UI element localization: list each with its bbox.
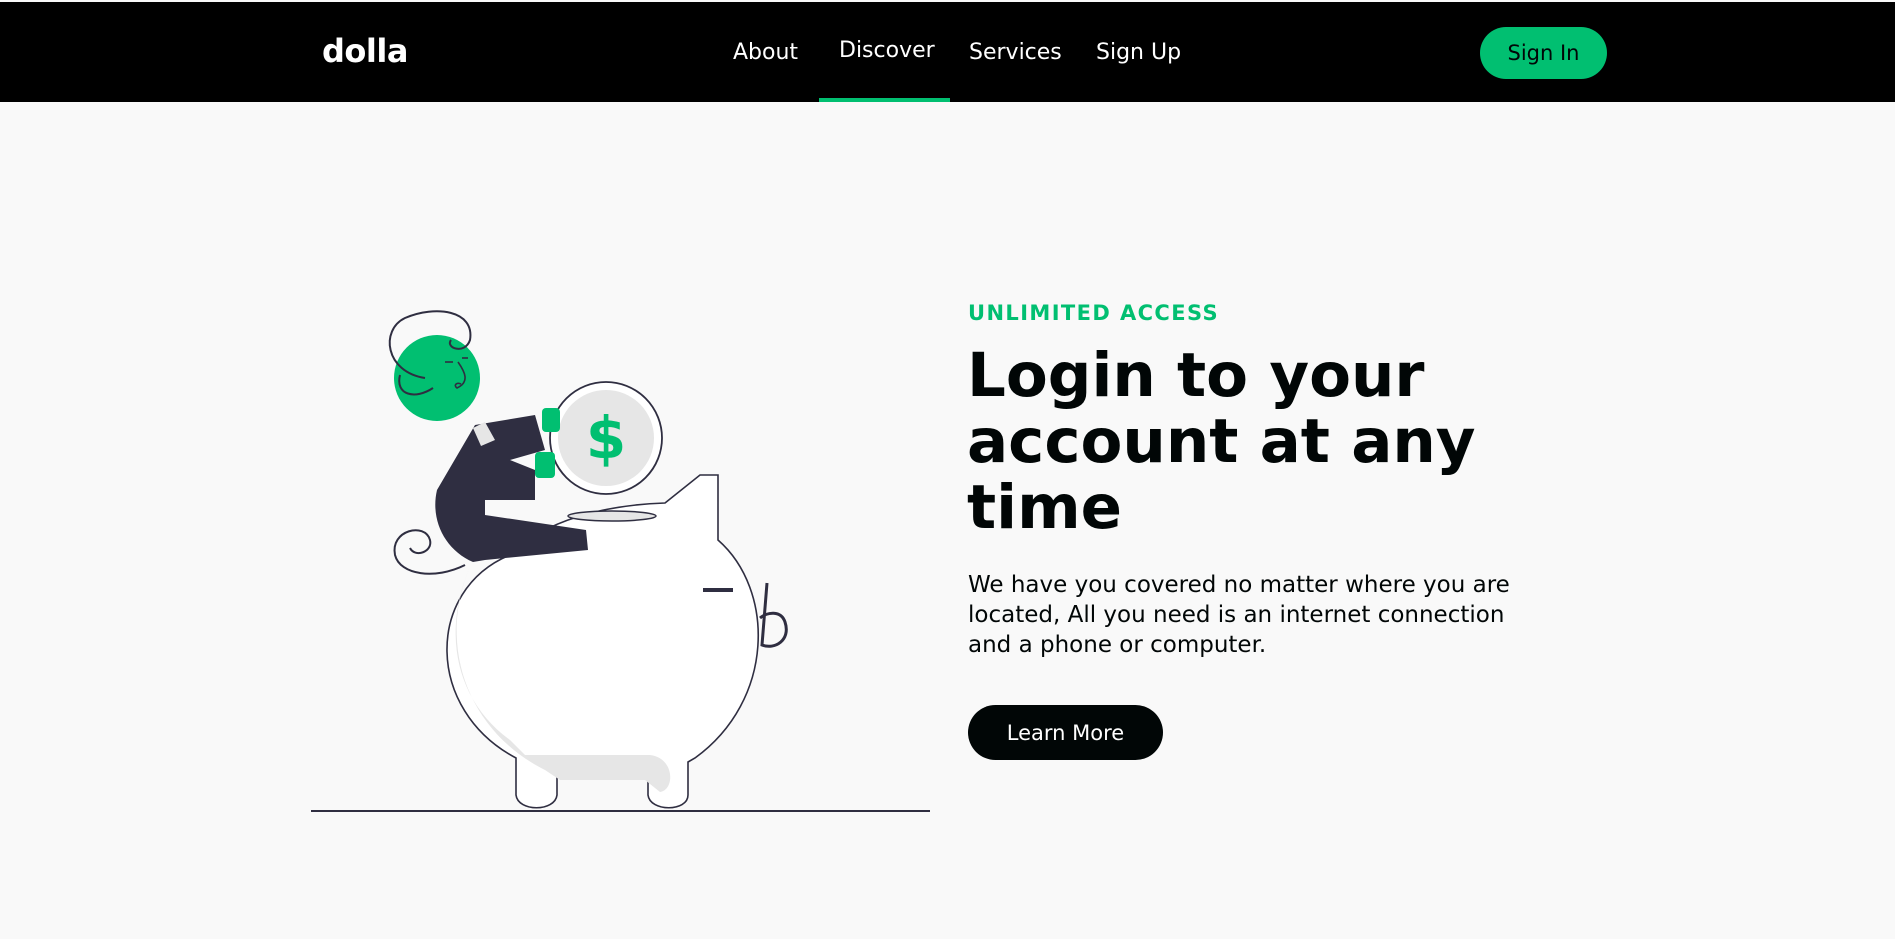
- svg-text:$: $: [586, 404, 626, 472]
- learn-more-button[interactable]: Learn More: [968, 705, 1163, 760]
- nav-active-indicator: [819, 98, 950, 102]
- hero-heading: Login to your account at any time: [967, 340, 1476, 543]
- hero-description: We have you covered no matter where you …: [968, 572, 1510, 658]
- piggy-bank-illustration-icon: $: [305, 300, 945, 820]
- nav-link-sign-up[interactable]: Sign Up: [1096, 40, 1181, 65]
- nav-link-services[interactable]: Services: [969, 40, 1062, 65]
- navbar: dolla About Discover Services Sign Up Si…: [0, 2, 1895, 102]
- hero-topline: UNLIMITED ACCESS: [968, 301, 1220, 325]
- sign-in-button[interactable]: Sign In: [1480, 27, 1607, 79]
- nav-link-discover[interactable]: Discover: [839, 38, 935, 63]
- nav-link-about[interactable]: About: [733, 40, 798, 65]
- logo[interactable]: dolla: [322, 32, 408, 70]
